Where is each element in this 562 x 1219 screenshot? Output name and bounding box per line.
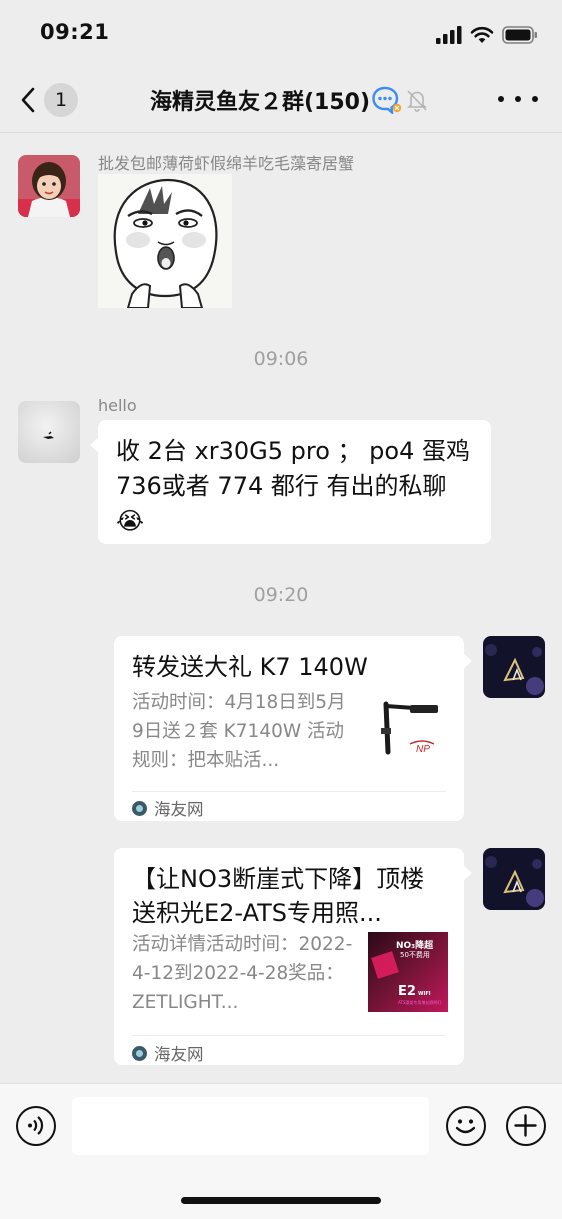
link-card-title: 转发送大礼 K7 140W bbox=[132, 653, 368, 681]
promo-image-subline: 50不费用 bbox=[400, 951, 430, 959]
sticker-message[interactable] bbox=[98, 174, 232, 309]
svg-text:NP: NP bbox=[416, 744, 430, 755]
crying-face-emoji: 😭 bbox=[116, 507, 145, 535]
child-photo-avatar bbox=[18, 155, 80, 217]
chat-header: 1 海精灵鱼友２群(150) bbox=[0, 66, 562, 133]
more-options-button[interactable] bbox=[498, 86, 538, 112]
sender-name: 批发包邮薄荷虾假绵羊吃毛藻寄居蟹 bbox=[98, 154, 355, 173]
emoji-button[interactable] bbox=[446, 1106, 486, 1146]
smiley-icon bbox=[455, 1119, 476, 1134]
status-bar: 09:21 bbox=[0, 0, 562, 66]
self-avatar[interactable] bbox=[483, 848, 545, 910]
message-text: 收 2台 xr30G5 pro ； po4 蛋鸡 736或者 774 都行 有出… bbox=[116, 437, 470, 500]
more-dot-icon bbox=[532, 96, 538, 102]
chat-title: 海精灵鱼友２群(150) bbox=[150, 90, 371, 115]
link-card-divider bbox=[132, 1035, 446, 1036]
signal-icon bbox=[436, 26, 462, 44]
link-card-description: 活动详情活动时间：2022-4-12到2022-4-28奖品：ZETLIGHT.… bbox=[132, 934, 353, 1013]
unread-count-badge: 1 bbox=[44, 83, 78, 117]
link-card-source-name: 海友网 bbox=[154, 800, 204, 819]
link-card-title: 【让NO3断崖式下降】顶楼送积光E2-ATS专用照... bbox=[132, 865, 425, 927]
link-card-description: 活动时间：4月18日到5月9日送２套 K7140W 活动规则：把本贴活... bbox=[132, 692, 346, 771]
chevron-left-icon bbox=[21, 87, 35, 113]
text-message-bubble[interactable]: 收 2台 xr30G5 pro ； po4 蛋鸡 736或者 774 都行 有出… bbox=[90, 420, 491, 544]
group-chat-icon bbox=[372, 86, 402, 114]
link-card[interactable]: 【让NO3断崖式下降】顶楼送积光E2-ATS专用照... 活动详情活动时间：20… bbox=[114, 848, 472, 1065]
dark-logo-avatar bbox=[483, 848, 545, 910]
lamp-product-image: NP bbox=[370, 696, 450, 776]
wifi-icon bbox=[470, 26, 494, 43]
source-logo-icon bbox=[132, 800, 147, 816]
link-card-source-name: 海友网 bbox=[154, 1045, 204, 1064]
chat-title-area[interactable]: 海精灵鱼友２群(150) bbox=[150, 84, 470, 116]
more-dot-icon bbox=[515, 96, 521, 102]
sender-avatar[interactable] bbox=[18, 155, 80, 217]
back-button[interactable]: 1 bbox=[20, 80, 90, 120]
link-card-source: 海友网 bbox=[132, 796, 204, 820]
more-features-button[interactable] bbox=[506, 1106, 546, 1146]
mute-bell-icon bbox=[407, 90, 427, 112]
battery-icon bbox=[502, 26, 537, 44]
voice-input-button[interactable] bbox=[16, 1106, 56, 1146]
bubble-tail bbox=[463, 865, 472, 881]
link-card-divider bbox=[132, 791, 446, 792]
sender-name: hello bbox=[98, 396, 137, 415]
status-time: 09:21 bbox=[40, 20, 110, 44]
plus-icon bbox=[514, 1114, 537, 1137]
white-avatar-image bbox=[18, 401, 80, 463]
link-card[interactable]: 转发送大礼 K7 140W 活动时间：4月18日到5月9日送２套 K7140W … bbox=[114, 636, 472, 821]
home-indicator bbox=[181, 1197, 381, 1204]
message-timestamp: 09:06 bbox=[253, 348, 309, 370]
meme-sticker-image bbox=[98, 174, 232, 309]
promo-image-brand: E2 WIFI bbox=[398, 984, 431, 999]
sender-avatar[interactable] bbox=[18, 401, 80, 463]
source-logo-icon bbox=[132, 1045, 147, 1061]
more-dot-icon bbox=[498, 96, 504, 102]
message-timestamp: 09:20 bbox=[253, 584, 309, 606]
message-input[interactable] bbox=[72, 1097, 429, 1155]
status-icons bbox=[436, 24, 538, 46]
link-card-thumbnail: NO₃降超 50不费用 E2 WIFI ATS藻类专用增长照明灯 bbox=[368, 932, 448, 1012]
link-card-thumbnail: NP bbox=[370, 696, 450, 776]
link-card-source: 海友网 bbox=[132, 1041, 204, 1065]
bubble-tail bbox=[90, 437, 99, 453]
bubble-tail bbox=[463, 653, 472, 669]
voice-icon bbox=[28, 1116, 44, 1135]
dark-logo-avatar bbox=[483, 636, 545, 698]
self-avatar[interactable] bbox=[483, 636, 545, 698]
promo-image-caption: ATS藻类专用增长照明灯 bbox=[398, 1000, 442, 1005]
